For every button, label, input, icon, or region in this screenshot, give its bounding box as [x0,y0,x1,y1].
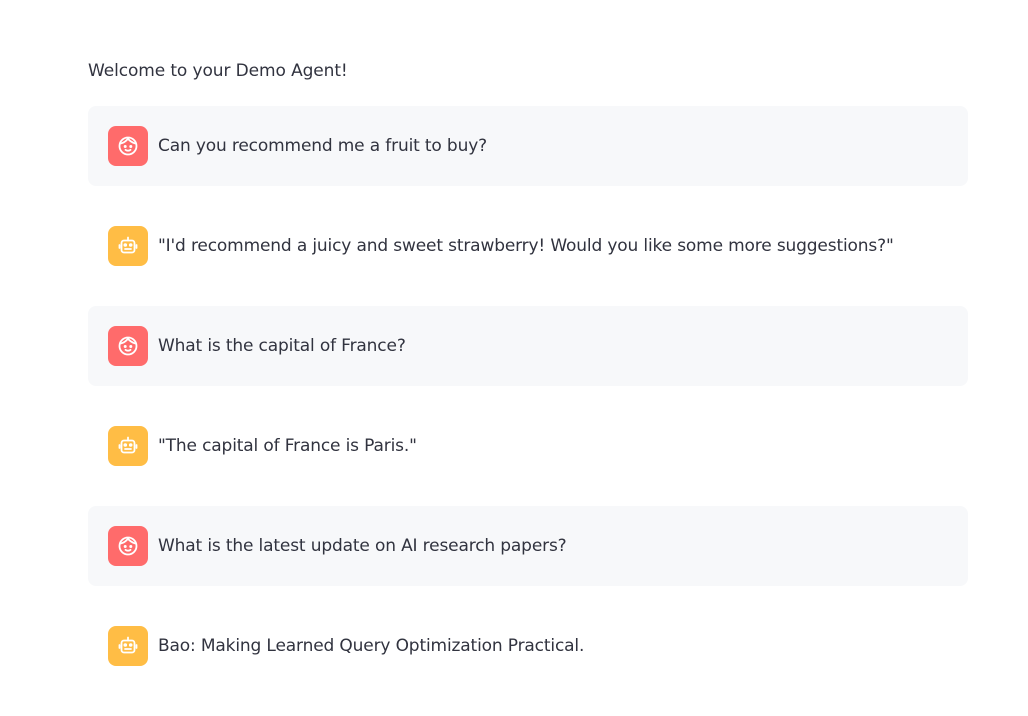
user-message: What is the latest update on AI research… [88,506,968,586]
robot-icon [118,636,138,654]
user-message: What is the capital of France? [88,306,968,386]
assistant-message: "I'd recommend a juicy and sweet strawbe… [88,206,968,286]
user-avatar [108,526,148,566]
assistant-message: Bao: Making Learned Query Optimization P… [88,606,968,686]
message-text: Can you recommend me a fruit to buy? [158,136,487,156]
user-avatar [108,126,148,166]
assistant-avatar [108,226,148,266]
welcome-message: Welcome to your Demo Agent! [88,61,348,81]
user-avatar [108,326,148,366]
message-text: "I'd recommend a juicy and sweet strawbe… [158,236,894,256]
user-message: Can you recommend me a fruit to buy? [88,106,968,186]
message-text: What is the capital of France? [158,336,406,356]
user-face-icon [118,136,138,156]
user-face-icon [118,336,138,356]
assistant-avatar [108,426,148,466]
chat-message-list: Can you recommend me a fruit to buy? "I'… [88,106,968,706]
assistant-message: "The capital of France is Paris." [88,406,968,486]
message-text: What is the latest update on AI research… [158,536,567,556]
assistant-avatar [108,626,148,666]
robot-icon [118,236,138,254]
chat-page: Welcome to your Demo Agent! Can you reco… [0,0,1028,716]
user-face-icon [118,536,138,556]
message-text: "The capital of France is Paris." [158,436,417,456]
robot-icon [118,436,138,454]
message-text: Bao: Making Learned Query Optimization P… [158,636,585,656]
